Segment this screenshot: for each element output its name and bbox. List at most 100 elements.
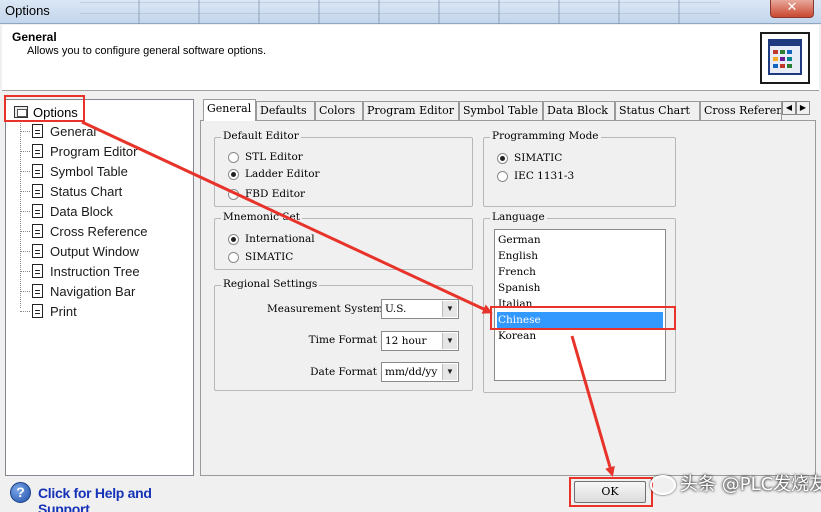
document-icon xyxy=(32,284,43,298)
radio-button-selected xyxy=(497,153,508,164)
radio-button-selected xyxy=(228,234,239,245)
language-option-spanish[interactable]: Spanish xyxy=(497,280,663,296)
tree-item-symbol-table[interactable]: Symbol Table xyxy=(20,161,190,181)
tab-colors[interactable]: Colors xyxy=(315,101,363,120)
tree-item-label: Status Chart xyxy=(50,184,123,199)
time-format-label: Time Format xyxy=(308,334,377,346)
tree-item-instruction-tree[interactable]: Instruction Tree xyxy=(20,261,190,281)
radio-label: STL Editor xyxy=(245,151,303,163)
radio-button xyxy=(228,252,239,263)
language-option-german[interactable]: German xyxy=(497,232,663,248)
options-dialog-icon xyxy=(760,32,810,84)
tree-item-cross-reference[interactable]: Cross Reference xyxy=(20,221,190,241)
watermark-logo-icon xyxy=(650,475,676,495)
tree-item-data-block[interactable]: Data Block xyxy=(20,201,190,221)
regional-settings-group: Regional Settings Measurement System U.S… xyxy=(214,278,473,391)
radio-label: SIMATIC xyxy=(245,251,294,263)
annotation-box-chinese xyxy=(490,306,676,330)
tree-item-general[interactable]: General xyxy=(20,121,190,141)
date-format-select[interactable]: mm/dd/yy ▼ xyxy=(381,362,459,382)
tab-scroll-left-icon[interactable]: ◀ xyxy=(782,101,796,115)
tree-item-label: Program Editor xyxy=(50,144,138,159)
tree-item-program-editor[interactable]: Program Editor xyxy=(20,141,190,161)
language-legend: Language xyxy=(490,211,547,223)
document-icon xyxy=(32,244,43,258)
radio-button xyxy=(228,152,239,163)
language-option-korean[interactable]: Korean xyxy=(497,328,663,344)
tree-item-label: Instruction Tree xyxy=(50,264,140,279)
radio-label: IEC 1131-3 xyxy=(514,170,575,182)
document-icon xyxy=(32,124,43,138)
annotation-box-ok xyxy=(569,477,653,507)
measurement-system-select[interactable]: U.S. ▼ xyxy=(381,299,459,319)
language-option-english[interactable]: English xyxy=(497,248,663,264)
watermark-text: 头条 @PLC发烧友 xyxy=(680,474,821,495)
tab-strip: General Defaults Colors Program Editor S… xyxy=(200,99,816,121)
help-link[interactable]: ? Click for Help and Support xyxy=(10,481,200,512)
date-format-label: Date Format xyxy=(310,366,377,378)
tree-item-label: Symbol Table xyxy=(50,164,128,179)
tree-item-label: Cross Reference xyxy=(50,224,148,239)
radio-label: Ladder Editor xyxy=(245,168,320,180)
page-header: General Allows you to configure general … xyxy=(2,25,819,91)
document-icon xyxy=(32,144,43,158)
language-option-french[interactable]: French xyxy=(497,264,663,280)
tab-scroll-right-icon[interactable]: ▶ xyxy=(796,101,810,115)
radio-button xyxy=(228,189,239,200)
tree-item-label: General xyxy=(50,124,97,139)
close-button[interactable]: ✕ xyxy=(770,0,814,18)
tab-symbol-table[interactable]: Symbol Table xyxy=(459,101,543,120)
mnemonic-set-legend: Mnemonic Set xyxy=(221,211,302,223)
document-icon xyxy=(32,184,43,198)
watermark: 头条 @PLC发烧友 xyxy=(650,470,821,496)
page-title: General xyxy=(12,30,57,44)
radio-label: International xyxy=(245,233,315,245)
programming-mode-legend: Programming Mode xyxy=(490,130,601,142)
tree-item-navigation-bar[interactable]: Navigation Bar xyxy=(20,281,190,301)
annotation-box-options xyxy=(4,95,85,122)
select-value: 12 hour xyxy=(385,335,427,347)
tree-item-print[interactable]: Print xyxy=(20,301,190,321)
page-description: Allows you to configure general software… xyxy=(27,45,267,57)
select-value: U.S. xyxy=(385,303,407,315)
time-format-select[interactable]: 12 hour ▼ xyxy=(381,331,459,351)
tree-item-label: Print xyxy=(50,304,77,319)
radio-label: FBD Editor xyxy=(245,188,306,200)
radio-label: SIMATIC xyxy=(514,152,563,164)
document-icon xyxy=(32,164,43,178)
tree-item-label: Data Block xyxy=(50,204,113,219)
close-icon: ✕ xyxy=(786,0,798,15)
title-bar-background xyxy=(80,0,720,24)
tree-item-status-chart[interactable]: Status Chart xyxy=(20,181,190,201)
default-editor-legend: Default Editor xyxy=(221,130,301,142)
mnemonic-set-group: Mnemonic Set International SIMATIC xyxy=(214,211,473,270)
tree-item-label: Output Window xyxy=(50,244,139,259)
language-listbox[interactable]: German English French Spanish Italian Ch… xyxy=(494,229,666,381)
programming-mode-group: Programming Mode SIMATIC IEC 1131-3 xyxy=(483,130,676,207)
help-icon: ? xyxy=(10,482,31,503)
general-tab-panel: Default Editor STL Editor Ladder Editor … xyxy=(200,120,816,476)
radio-button xyxy=(497,171,508,182)
chevron-down-icon: ▼ xyxy=(442,301,457,317)
help-link-label: Click for Help and Support xyxy=(38,485,152,512)
window-title: Options xyxy=(5,3,50,18)
tree-item-label: Navigation Bar xyxy=(50,284,136,299)
document-icon xyxy=(32,224,43,238)
tab-cross-reference[interactable]: Cross Reference xyxy=(700,101,782,120)
regional-settings-legend: Regional Settings xyxy=(221,278,320,290)
tab-program-editor[interactable]: Program Editor xyxy=(363,101,459,120)
document-icon xyxy=(32,204,43,218)
tab-defaults[interactable]: Defaults xyxy=(256,101,315,120)
default-editor-group: Default Editor STL Editor Ladder Editor … xyxy=(214,130,473,207)
title-bar: Options ✕ xyxy=(0,0,821,24)
chevron-down-icon: ▼ xyxy=(442,364,457,380)
tab-data-block[interactable]: Data Block xyxy=(543,101,615,120)
tab-general[interactable]: General xyxy=(203,99,256,121)
select-value: mm/dd/yy xyxy=(385,366,438,378)
tab-status-chart[interactable]: Status Chart xyxy=(615,101,700,120)
tree-item-output-window[interactable]: Output Window xyxy=(20,241,190,261)
document-icon xyxy=(32,304,43,318)
document-icon xyxy=(32,264,43,278)
options-tree[interactable]: Options General Program Editor Symbol Ta… xyxy=(5,99,194,476)
measurement-system-label: Measurement System xyxy=(267,303,384,315)
